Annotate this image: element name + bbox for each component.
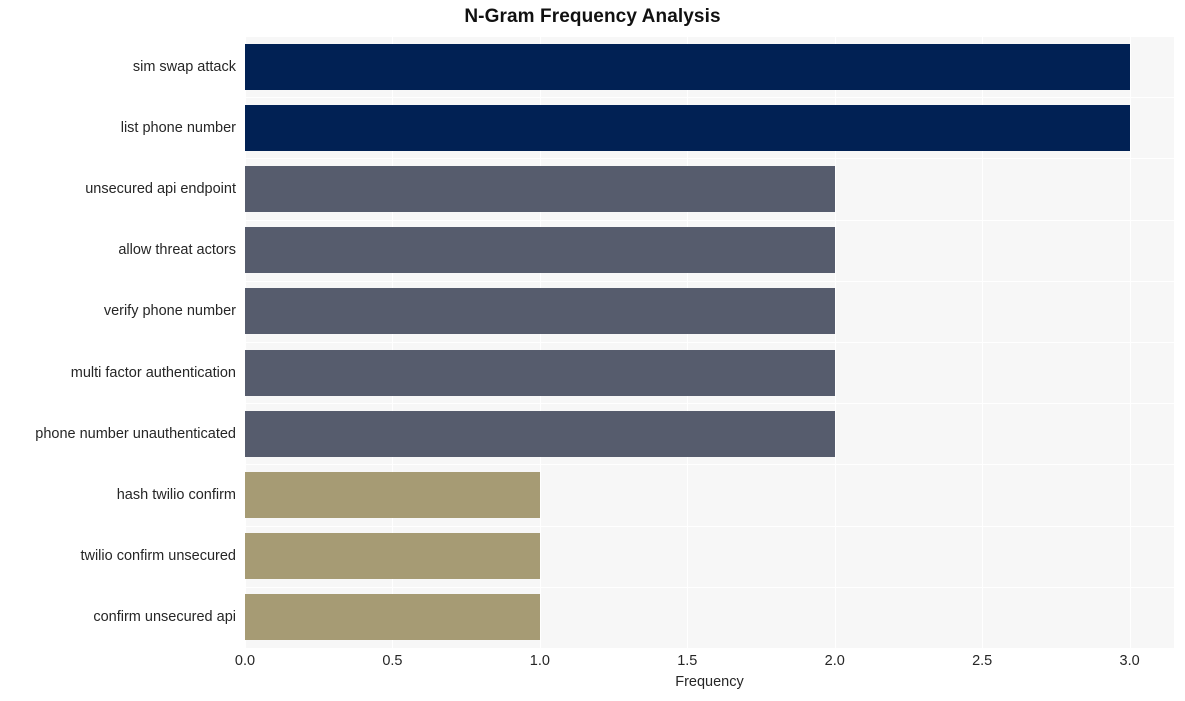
y-axis-tick-label: allow threat actors [118,242,236,259]
y-axis-tick-label: multi factor authentication [70,364,236,381]
bar[interactable] [245,43,1130,90]
bar[interactable] [245,288,835,335]
gridline-horizontal [245,281,1174,282]
gridline-horizontal [245,526,1174,527]
bar[interactable] [245,533,540,580]
x-axis-tick-label: 0.0 [234,653,256,669]
y-axis-tick-label: unsecured api endpoint [85,181,236,197]
x-axis-tick-labels: 0.0 0.5 1.0 1.5 2.0 2.5 3.0 [0,652,1185,674]
bar[interactable] [245,349,835,396]
y-axis-tick-label: sim swap attack [132,58,236,75]
x-axis-tick-label: 2.0 [824,653,845,669]
gridline-horizontal [245,587,1174,588]
bar[interactable] [245,410,835,457]
gridline-horizontal [245,464,1174,465]
y-axis-tick-label: twilio confirm unsecured [80,548,236,565]
x-axis-tick-label: 1.5 [677,653,698,669]
gridline-horizontal [245,342,1174,343]
y-axis-tick-label: verify phone number [103,303,236,320]
y-axis-tick-label: list phone number [120,119,236,136]
gridline-horizontal [245,220,1174,221]
bar[interactable] [245,166,835,212]
y-axis-tick-labels: sim swap attack list phone number unsecure… [0,36,236,648]
gridline-horizontal [245,403,1174,404]
bar[interactable] [245,227,835,274]
x-axis-title: Frequency [675,674,744,690]
y-axis-tick-label: confirm unsecured api [93,609,236,626]
y-axis-tick-label: hash twilio confirm [116,487,236,503]
x-axis-tick-label: 2.5 [972,653,993,669]
gridline-horizontal [245,97,1174,98]
x-axis-tick-label: 0.5 [382,653,403,669]
gridline-horizontal [245,36,1174,37]
bar[interactable] [245,594,540,641]
chart-figure: N-Gram Frequency Analysis sim swap attac… [0,0,1185,701]
y-axis-tick-label: phone number unauthenticated [35,425,236,442]
x-axis-tick-label: 1.0 [529,653,550,669]
page-title: N-Gram Frequency Analysis [464,6,721,27]
gridline-horizontal [245,158,1174,159]
x-axis-tick-label: 3.0 [1119,653,1140,669]
plot-area [245,36,1174,648]
bar[interactable] [245,472,540,518]
bar[interactable] [245,104,1130,151]
